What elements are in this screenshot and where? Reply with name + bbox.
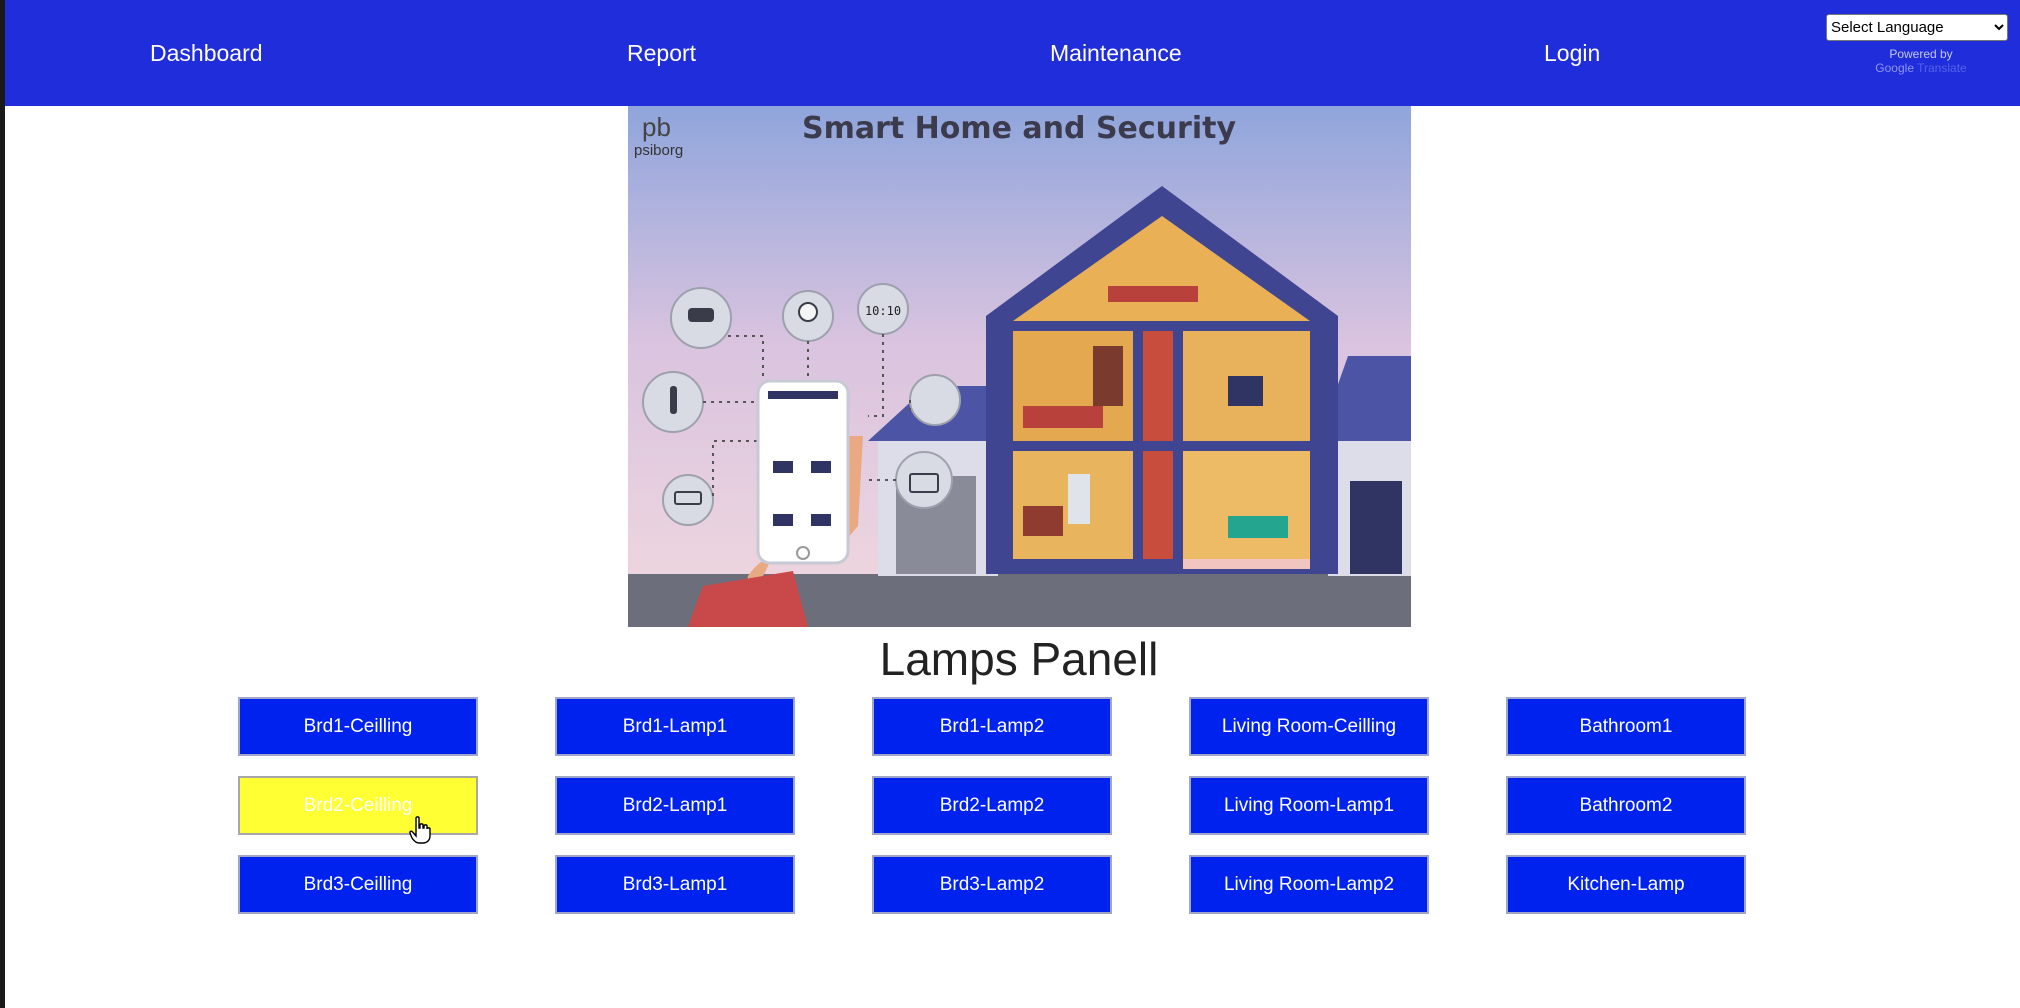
clock-icon-time: 10:10: [865, 304, 901, 318]
study-desk: [1228, 376, 1263, 406]
smart-tv-icon: [895, 451, 953, 509]
nav-login-link[interactable]: Login: [1544, 40, 1600, 67]
lamp-button-living-room-ceilling[interactable]: Living Room-Ceilling: [1189, 697, 1429, 756]
google-translate-widget: Select Language Powered by Google Transl…: [1826, 14, 2016, 75]
powered-by-text: Powered by: [1889, 47, 1953, 61]
stairs-upper: [1143, 331, 1173, 441]
phone-app-bath-icon: [773, 514, 793, 526]
nav-report-link[interactable]: Report: [627, 40, 696, 67]
logo-text: psiborg: [634, 142, 683, 159]
lamp-button-brd2-lamp1[interactable]: Brd2-Lamp1: [555, 776, 795, 835]
lamp-button-living-room-lamp1[interactable]: Living Room-Lamp1: [1189, 776, 1429, 835]
language-select[interactable]: Select Language: [1826, 14, 2008, 41]
phone-app-bed-icon: [773, 461, 793, 473]
smart-home-illustration: pb psiborg Smart Home and Security 10:10: [628, 106, 1411, 627]
nav-dashboard-link[interactable]: Dashboard: [150, 40, 263, 67]
google-translate-link[interactable]: Google Translate: [1826, 61, 2016, 75]
lamp-button-brd3-lamp1[interactable]: Brd3-Lamp1: [555, 855, 795, 914]
lamp-button-kitchen-lamp[interactable]: Kitchen-Lamp: [1506, 855, 1746, 914]
lamp-button-bathroom2[interactable]: Bathroom2: [1506, 776, 1746, 835]
translate-link-text: Translate: [1917, 61, 1967, 75]
logo-mark: pb: [642, 112, 671, 142]
lamp-button-bathroom1[interactable]: Bathroom1: [1506, 697, 1746, 756]
kitchen-counter: [1023, 506, 1063, 536]
front-door: [1350, 481, 1402, 574]
phone-app-sofa-icon: [811, 461, 831, 473]
lamp-button-grid: Brd1-Ceilling Brd1-Lamp1 Brd1-Lamp2 Living …: [238, 697, 1746, 914]
bedroom-bed: [1023, 406, 1103, 428]
banner-title: Smart Home and Security: [802, 111, 1236, 146]
smart-home-banner: pb psiborg Smart Home and Security 10:10: [628, 106, 1411, 627]
room-lower-right: [1183, 451, 1310, 559]
floor-rug: [1183, 559, 1310, 569]
google-logo-text: Google: [1875, 61, 1914, 75]
lamp-button-brd1-lamp1[interactable]: Brd1-Lamp1: [555, 697, 795, 756]
lamp-button-living-room-lamp2[interactable]: Living Room-Lamp2: [1189, 855, 1429, 914]
fridge: [1068, 474, 1090, 524]
lamp-button-brd2-ceilling[interactable]: Brd2-Ceilling: [238, 776, 478, 835]
attic-bed: [1108, 286, 1198, 302]
lamp-button-brd2-lamp2[interactable]: Brd2-Lamp2: [872, 776, 1112, 835]
nav-maintenance-link[interactable]: Maintenance: [1050, 40, 1182, 67]
powered-by-google: Powered by Google Translate: [1826, 47, 2016, 75]
phone-app-kitchen-icon: [811, 514, 831, 526]
camera-icon-body: [688, 308, 714, 322]
panel-title: Lamps Panell: [879, 633, 1159, 685]
pointer-hand-cursor-icon: [409, 816, 431, 844]
page: Dashboard Report Maintenance Login Selec…: [5, 0, 2020, 1008]
smartphone: [756, 379, 850, 565]
top-navbar: Dashboard Report Maintenance Login Selec…: [5, 0, 2020, 106]
thermometer-icon-tube: [670, 386, 677, 414]
lamp-button-brd3-ceilling[interactable]: Brd3-Ceilling: [238, 855, 478, 914]
smartphone-header: [768, 391, 838, 399]
smart-bulb-icon-glass: [798, 302, 818, 322]
lamp-button-brd3-lamp2[interactable]: Brd3-Lamp2: [872, 855, 1112, 914]
living-sofa: [1228, 516, 1288, 538]
air-conditioner-icon: [662, 474, 714, 526]
stairs-lower: [1143, 451, 1173, 559]
bookshelf: [1093, 346, 1123, 406]
lamp-button-brd1-lamp2[interactable]: Brd1-Lamp2: [872, 697, 1112, 756]
lamp-button-brd1-ceilling[interactable]: Brd1-Ceilling: [238, 697, 478, 756]
security-home-icon: [909, 374, 961, 426]
